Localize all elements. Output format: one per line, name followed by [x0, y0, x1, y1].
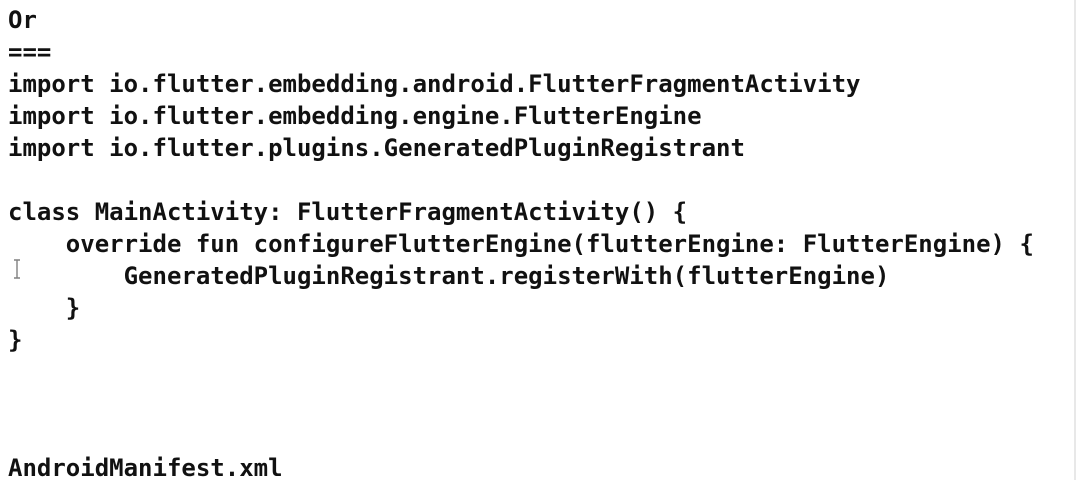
- code-line: override fun configureFlutterEngine(flut…: [8, 230, 1034, 258]
- text-editor[interactable]: Or === import io.flutter.embedding.andro…: [0, 0, 1076, 480]
- text-cursor-icon: [12, 258, 22, 280]
- code-line: import io.flutter.embedding.android.Flut…: [8, 70, 861, 98]
- text-line: AndroidManifest.xml: [8, 454, 283, 480]
- text-line: Or: [8, 6, 37, 34]
- code-line: import io.flutter.embedding.engine.Flutt…: [8, 102, 702, 130]
- code-line: }: [8, 294, 81, 322]
- code-line: import io.flutter.plugins.GeneratedPlugi…: [8, 134, 745, 162]
- code-line: GeneratedPluginRegistrant.registerWith(f…: [8, 262, 890, 290]
- code-line: class MainActivity: FlutterFragmentActiv…: [8, 198, 688, 226]
- text-line: ===: [8, 38, 52, 66]
- code-line: }: [8, 326, 23, 354]
